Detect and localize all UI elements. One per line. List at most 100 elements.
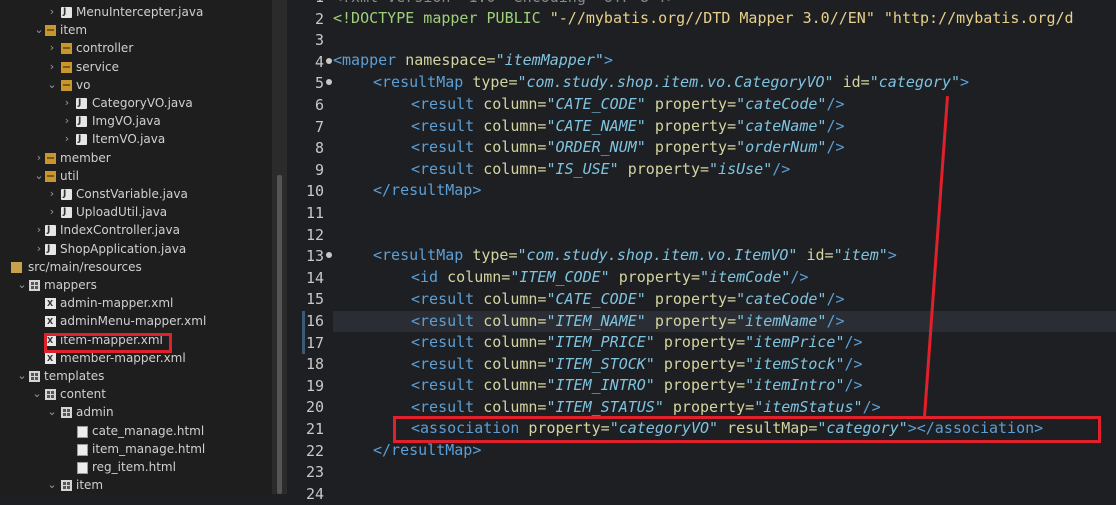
java-file-icon bbox=[45, 221, 56, 239]
line-number: 10 bbox=[305, 182, 324, 201]
tree-item[interactable]: › ShopApplication.java bbox=[0, 240, 272, 258]
tree-item[interactable]: › member bbox=[0, 149, 272, 167]
column-attr: column= bbox=[474, 398, 547, 416]
result-line: <result column="IS_USE" property="isUse"… bbox=[411, 159, 790, 180]
tree-item-label: item_manage.html bbox=[92, 441, 206, 456]
tree-item[interactable]: › IndexController.java bbox=[0, 221, 272, 239]
type-value: "com.study.shop.item.vo.ItemVO" bbox=[517, 246, 798, 264]
scrollbar-thumb[interactable] bbox=[277, 175, 282, 494]
line-number: 21 bbox=[305, 420, 324, 438]
property-value: "itemIntro" bbox=[745, 376, 845, 395]
chevron-right-icon[interactable]: › bbox=[34, 149, 44, 167]
tree-item-label: admin-mapper.xml bbox=[60, 296, 174, 311]
folder-file-icon bbox=[29, 280, 40, 291]
line-number: 4 bbox=[314, 52, 324, 71]
tree-item[interactable]: ⌄ vo bbox=[0, 76, 272, 94]
id-attr: id= bbox=[797, 246, 834, 264]
chevron-down-icon[interactable]: ⌄ bbox=[47, 403, 57, 421]
tree-item[interactable]: › controller bbox=[0, 39, 272, 57]
chevron-right-icon[interactable]: › bbox=[34, 240, 44, 258]
type-value: "com.study.shop.item.vo.CategoryVO" bbox=[517, 73, 834, 91]
tree-item[interactable]: › ConstVariable.java bbox=[0, 185, 272, 203]
html-file-icon bbox=[77, 425, 88, 438]
tag-close: /> bbox=[844, 354, 863, 373]
tree-item[interactable]: › CategoryVO.java bbox=[0, 94, 272, 112]
chevron-down-icon[interactable]: ⌄ bbox=[34, 21, 44, 39]
chevron-right-icon[interactable]: › bbox=[47, 58, 57, 76]
line-number: 1 bbox=[287, 0, 324, 8]
java-file-icon bbox=[61, 203, 72, 221]
chevron-right-icon[interactable]: › bbox=[62, 130, 72, 148]
chevron-right-icon[interactable]: › bbox=[47, 39, 57, 57]
code-line-13: <resultMap type="com.study.shop.item.vo.… bbox=[373, 245, 897, 266]
chevron-right-icon[interactable]: › bbox=[62, 112, 72, 130]
column-value: "ITEM_INTRO" bbox=[546, 376, 655, 395]
tree-item-label: service bbox=[76, 59, 119, 74]
project-explorer: ›MenuIntercepter.java⌄item›controller›se… bbox=[0, 0, 272, 494]
tag-close: /> bbox=[826, 138, 845, 157]
doctype-keyword: <!DOCTYPE bbox=[333, 9, 415, 27]
tree-item[interactable]: › service bbox=[0, 58, 272, 76]
chevron-right-icon[interactable]: › bbox=[47, 3, 57, 21]
tag-close: > bbox=[603, 51, 613, 69]
tree-item-label: controller bbox=[76, 41, 134, 56]
tree-item-label: admin bbox=[76, 405, 114, 420]
chevron-right-icon[interactable]: › bbox=[34, 221, 44, 239]
result-tag: <result bbox=[411, 311, 475, 330]
tree-item[interactable]: ⌄ admin bbox=[0, 403, 272, 421]
tag-close: > bbox=[960, 73, 970, 91]
tree-item[interactable]: ⌄ content bbox=[0, 385, 272, 403]
tree-item[interactable]: › ImgVO.java bbox=[0, 112, 272, 130]
chevron-right-icon[interactable]: › bbox=[47, 203, 57, 221]
tag-close: /> bbox=[844, 376, 863, 395]
tree-item[interactable]: › UploadUtil.java bbox=[0, 203, 272, 221]
column-value: "ITEM_NAME" bbox=[546, 311, 646, 330]
chevron-down-icon[interactable]: ⌄ bbox=[17, 367, 27, 385]
tree-item-label: CategoryVO.java bbox=[92, 96, 193, 110]
code-line-22: </resultMap> bbox=[373, 440, 481, 461]
tree-item[interactable]: admin-mapper.xml bbox=[0, 294, 272, 313]
property-attr: property= bbox=[645, 116, 737, 135]
tree-item[interactable]: item_manage.html bbox=[0, 440, 272, 458]
xml-file-icon bbox=[45, 350, 56, 368]
line-number: 17 bbox=[305, 333, 324, 352]
java-file-icon bbox=[76, 94, 87, 112]
resultmap-tag: <resultMap bbox=[373, 73, 464, 91]
result-line: <result column="CATE_CODE" property="cat… bbox=[411, 289, 845, 310]
chevron-down-icon[interactable]: ⌄ bbox=[47, 476, 57, 494]
chevron-right-icon[interactable]: › bbox=[47, 185, 57, 203]
column-attr: column= bbox=[474, 138, 547, 157]
tree-item[interactable]: adminMenu-mapper.xml bbox=[0, 312, 272, 331]
tree-item[interactable]: ⌄ templates bbox=[0, 367, 272, 385]
chevron-right-icon[interactable]: › bbox=[62, 94, 72, 112]
id-attr: id= bbox=[833, 73, 870, 91]
tree-item-label: content bbox=[60, 387, 106, 402]
tree-item[interactable]: ⌄ item bbox=[0, 476, 272, 494]
line-number: 15 bbox=[305, 290, 324, 309]
chevron-down-icon[interactable]: ⌄ bbox=[17, 276, 27, 294]
chevron-down-icon[interactable]: ⌄ bbox=[34, 167, 44, 185]
tree-item[interactable]: ⌄ util bbox=[0, 167, 272, 185]
tree-item[interactable]: ⌄ mappers bbox=[0, 276, 272, 294]
line-number: 7 bbox=[314, 117, 324, 136]
line-number: 13 bbox=[305, 247, 324, 266]
chevron-down-icon[interactable]: ⌄ bbox=[47, 76, 57, 94]
pkg-file-icon bbox=[61, 79, 72, 91]
tree-item[interactable]: › MenuIntercepter.java bbox=[0, 3, 272, 21]
result-tag: <result bbox=[411, 354, 475, 373]
chevron-down-icon[interactable]: ⌄ bbox=[32, 385, 42, 403]
type-attr: type= bbox=[463, 246, 518, 264]
fold-marker-icon[interactable] bbox=[326, 57, 332, 64]
tree-item[interactable]: cate_manage.html bbox=[0, 422, 272, 440]
explorer-scrollbar[interactable] bbox=[272, 0, 287, 494]
tag-close: /> bbox=[772, 159, 791, 178]
line-number: 2 bbox=[314, 9, 324, 28]
result-line: <result column="ITEM_NAME" property="ite… bbox=[411, 311, 845, 332]
tree-item[interactable]: › ItemVO.java bbox=[0, 130, 272, 148]
tree-item[interactable]: reg_item.html bbox=[0, 458, 272, 476]
resultmap-close-tag: </resultMap> bbox=[373, 441, 482, 459]
tree-item[interactable]: src/main/resources bbox=[0, 258, 272, 276]
property-value: "itemPrice" bbox=[745, 333, 845, 352]
result-line: <result column="ITEM_STOCK" property="it… bbox=[411, 354, 863, 375]
tree-item[interactable]: ⌄ item bbox=[0, 21, 272, 39]
